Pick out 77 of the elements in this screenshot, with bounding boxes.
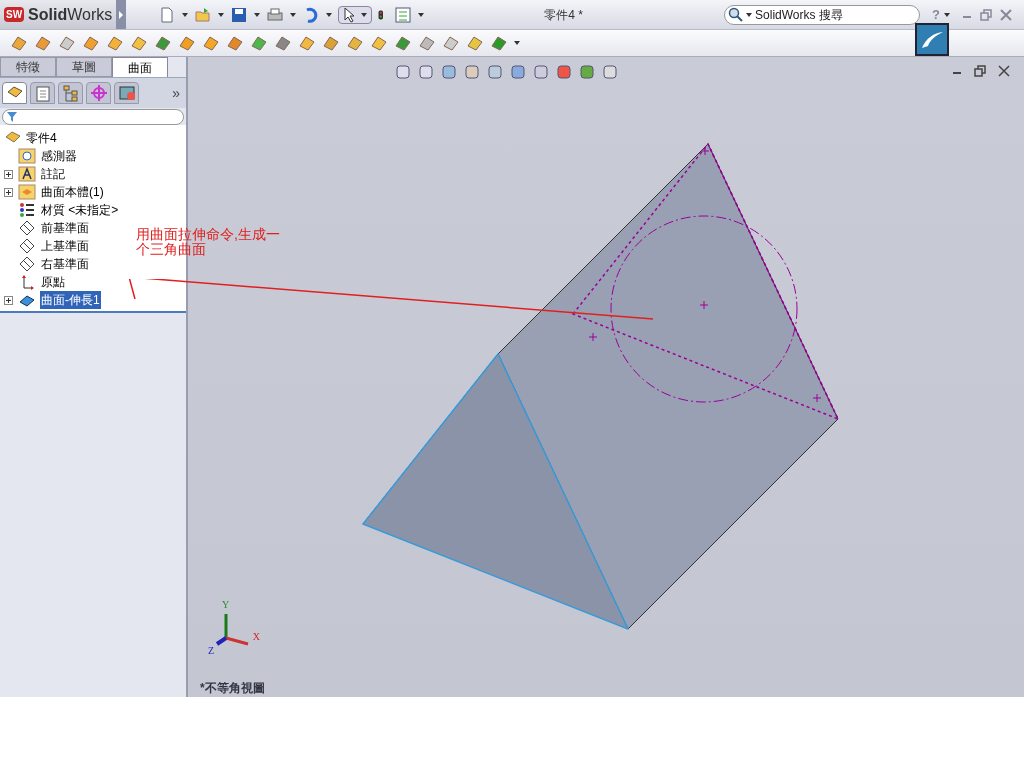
- surface-tool-icon[interactable]: [58, 34, 76, 52]
- surface-tool-icon[interactable]: [178, 34, 196, 52]
- tree-item[interactable]: 原點: [40, 273, 66, 291]
- window-title: 零件4 *: [544, 6, 583, 24]
- surface-tool-icon[interactable]: [202, 34, 220, 52]
- more-button[interactable]: »: [172, 82, 180, 104]
- surface-tool-icon[interactable]: [154, 34, 172, 52]
- tree-item[interactable]: 曲面-伸長1: [40, 291, 101, 309]
- command-tab[interactable]: 曲面: [112, 57, 168, 77]
- caret-icon[interactable]: [182, 12, 189, 17]
- expand-icon[interactable]: [4, 295, 13, 305]
- axis-label: Y: [222, 600, 230, 610]
- surface-tool-icon[interactable]: [370, 34, 388, 52]
- surface-tool-icon[interactable]: [130, 34, 148, 52]
- sensor-folder-icon[interactable]: [18, 147, 36, 165]
- surface-tool-icon[interactable]: [82, 34, 100, 52]
- open-folder-icon[interactable]: [194, 5, 213, 24]
- select-button[interactable]: [338, 5, 373, 24]
- surface-tool-icon[interactable]: [394, 34, 412, 52]
- surface-tool-icon[interactable]: [10, 34, 28, 52]
- surface-tool-icon[interactable]: [274, 34, 292, 52]
- plane-icon[interactable]: [18, 255, 36, 273]
- surface-tool-icon[interactable]: [298, 34, 316, 52]
- tree-item[interactable]: 零件4: [26, 129, 57, 147]
- surface-tool-icon[interactable]: [466, 34, 484, 52]
- command-tab[interactable]: 草圖: [56, 57, 112, 77]
- caret-icon[interactable]: [326, 12, 333, 17]
- tree-item[interactable]: 曲面本體(1): [40, 183, 105, 201]
- axis-label: X: [252, 632, 260, 644]
- app-name: SolidWorks: [28, 4, 113, 25]
- search-field[interactable]: SolidWorks 搜尋: [724, 4, 921, 25]
- surface-tool-icon[interactable]: [442, 34, 460, 52]
- surface-tool-icon[interactable]: [418, 34, 436, 52]
- tree-item[interactable]: 上基準面: [40, 237, 90, 255]
- tree-item[interactable]: 前基準面: [40, 219, 90, 237]
- surface-tool-icon[interactable]: [250, 34, 268, 52]
- close-icon[interactable]: [998, 65, 1010, 77]
- surface-tool-icon[interactable]: [490, 34, 508, 52]
- annotation-folder-icon[interactable]: [18, 165, 36, 183]
- command-tab[interactable]: 特徵: [0, 57, 56, 77]
- restore-icon[interactable]: [974, 65, 986, 77]
- filter-icon: [7, 112, 17, 122]
- tree-item[interactable]: 右基準面: [40, 255, 90, 273]
- surface-tool-icon[interactable]: [34, 34, 52, 52]
- surface-tool-icon[interactable]: [226, 34, 244, 52]
- caret-icon[interactable]: [746, 12, 753, 17]
- expand-icon[interactable]: [4, 169, 13, 179]
- search-icon: [728, 6, 745, 23]
- annotation-note: 用曲面拉伸命令,生成一 个三角曲面: [136, 227, 280, 257]
- filter-field[interactable]: [2, 109, 184, 125]
- surface-tool-icon[interactable]: [346, 34, 364, 52]
- material-icon[interactable]: [18, 201, 36, 219]
- tree-item[interactable]: 註記: [40, 165, 66, 183]
- tree-item[interactable]: 材質 <未指定>: [40, 201, 120, 219]
- restore-icon[interactable]: [980, 8, 992, 21]
- view-name: *不等角視圖: [200, 680, 265, 697]
- surface-tool-icon[interactable]: [106, 34, 124, 52]
- expand-icon[interactable]: [4, 187, 13, 197]
- caret-icon[interactable]: [944, 12, 950, 17]
- plane-icon[interactable]: [18, 237, 36, 255]
- logo-badge: SW: [4, 7, 25, 22]
- caret-icon[interactable]: [218, 12, 225, 17]
- caret-icon[interactable]: [290, 12, 297, 17]
- checklist-icon[interactable]: [394, 5, 413, 24]
- close-icon[interactable]: [1000, 8, 1012, 21]
- app-logo-icon[interactable]: [915, 23, 949, 56]
- menu-expand-button[interactable]: [116, 0, 127, 29]
- caret-icon[interactable]: [254, 12, 261, 17]
- plane-icon[interactable]: [18, 219, 36, 237]
- triangle-icon: [119, 10, 124, 19]
- tree-item[interactable]: 感測器: [40, 147, 78, 165]
- surface-tool-icon[interactable]: [322, 34, 340, 52]
- caret-icon[interactable]: [361, 12, 368, 17]
- caret-icon[interactable]: [514, 41, 520, 45]
- caret-icon[interactable]: [418, 12, 425, 17]
- axis-label: Z: [208, 646, 215, 656]
- printer-icon[interactable]: [266, 5, 285, 24]
